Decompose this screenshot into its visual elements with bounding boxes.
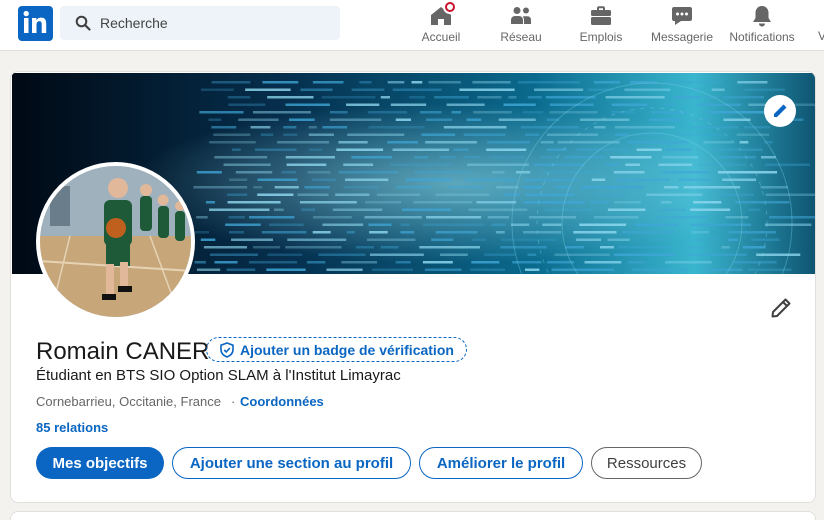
add-verification-badge-button[interactable]: Ajouter un badge de vérification [206, 337, 467, 362]
next-card [10, 511, 816, 520]
my-goals-button[interactable]: Mes objectifs [36, 447, 164, 479]
bell-icon [753, 6, 771, 27]
verify-badge-label: Ajouter un badge de vérification [240, 341, 454, 358]
edit-profile-button[interactable] [767, 294, 795, 322]
add-profile-section-button[interactable]: Ajouter une section au profil [172, 447, 411, 479]
profile-card: Romain CANER Ajouter un badge de vérific… [10, 71, 816, 503]
messaging-icon [672, 7, 692, 25]
search-input[interactable] [100, 6, 330, 40]
search-icon [75, 15, 91, 31]
resources-button[interactable]: Ressources [591, 447, 702, 479]
nav-item-home[interactable]: Accueil [419, 0, 463, 51]
improve-profile-button[interactable]: Améliorer le profil [419, 447, 583, 479]
notification-badge [443, 0, 457, 14]
profile-name: Romain CANER [36, 338, 210, 365]
profile-headline: Étudiant en BTS SIO Option SLAM à l'Inst… [36, 367, 401, 384]
connections-link[interactable]: 85 relations [36, 420, 108, 435]
nav-item-messaging[interactable]: Messagerie [650, 0, 714, 51]
briefcase-icon [591, 6, 611, 25]
nav-item-label: Messagerie [650, 30, 714, 44]
top-nav-bar: Accueil Réseau Emplois [0, 0, 824, 51]
nav-item-label: Emplois [579, 30, 623, 44]
pencil-icon [771, 298, 791, 318]
separator-dot: · [231, 394, 236, 409]
pencil-icon [774, 104, 787, 117]
shield-check-icon [220, 341, 234, 358]
contact-info-link[interactable]: Coordonnées [240, 394, 324, 409]
nav-item-network[interactable]: Réseau [497, 0, 545, 51]
network-icon [511, 7, 531, 24]
nav-item-label: Notifications [729, 30, 795, 44]
profile-location: Cornebarrieu, Occitanie, France [36, 394, 221, 409]
nav-item-notifications[interactable]: Notifications [726, 0, 798, 51]
profile-avatar[interactable] [36, 162, 195, 321]
nav-overflow-label[interactable]: V [818, 29, 824, 43]
search-box[interactable] [60, 6, 340, 40]
nav-item-label: Accueil [421, 30, 461, 44]
edit-banner-button[interactable] [764, 95, 796, 127]
nav-item-jobs[interactable]: Emplois [576, 0, 626, 51]
nav-item-label: Réseau [500, 30, 542, 44]
linkedin-logo-icon[interactable] [18, 6, 53, 41]
